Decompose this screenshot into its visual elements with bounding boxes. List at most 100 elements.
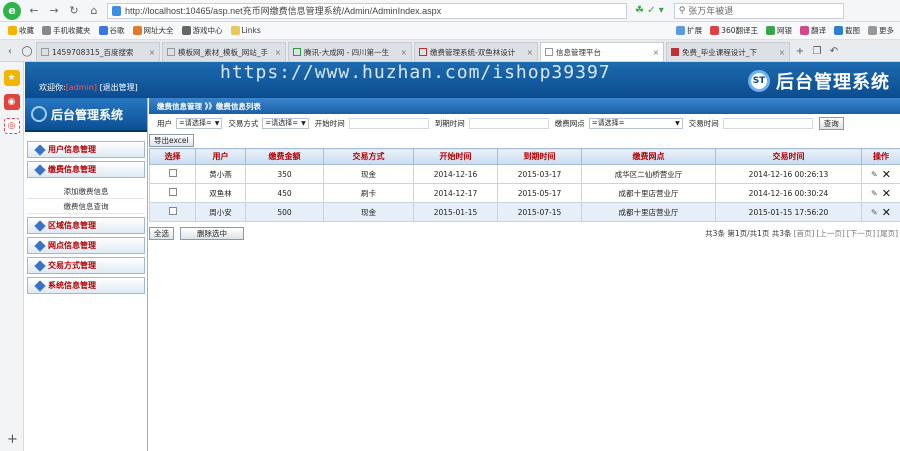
- cell-start: 2014-12-16: [413, 164, 498, 184]
- submenu-add-payment[interactable]: 添加缴费信息: [27, 184, 145, 199]
- cell-start: 2014-12-17: [413, 183, 498, 203]
- url-input[interactable]: http://localhost:10465/asp.net充币网缴费信息管理系…: [107, 2, 627, 19]
- col-amount: 缴费金额: [245, 148, 324, 165]
- favorite-item[interactable]: Links: [230, 26, 261, 35]
- user-select[interactable]: =请选择= ▼: [176, 117, 223, 129]
- edit-icon[interactable]: ✎: [871, 189, 878, 198]
- ext-item[interactable]: 翻译: [800, 25, 826, 36]
- pager-last[interactable]: [尾页]: [877, 228, 898, 239]
- logout-link[interactable]: [退出管理]: [100, 83, 138, 92]
- left-menu: 后台管理系统 用户信息管理 缴费信息管理 添加缴费信息 缴费信息查询 区域信息管…: [25, 98, 148, 451]
- pager-prev[interactable]: [上一页]: [816, 228, 844, 239]
- scissors-icon: [834, 26, 843, 35]
- method-select[interactable]: =请选择= ▼: [262, 117, 309, 129]
- pager-first[interactable]: [首页]: [794, 228, 815, 239]
- query-button[interactable]: 查询: [818, 116, 844, 130]
- col-trade-time: 交易时间: [715, 148, 862, 165]
- browser-tab[interactable]: 腾讯-大成网 - 四川第一生 ×: [288, 42, 412, 61]
- url-text: http://localhost:10465/asp.net充币网缴费信息管理系…: [125, 6, 442, 16]
- search-input[interactable]: ⚲ 张万年被退: [673, 2, 844, 19]
- col-site: 缴费网点: [581, 148, 716, 165]
- app-logo-icon: ST: [748, 70, 770, 92]
- menu-system-info[interactable]: 系统信息管理: [27, 277, 145, 294]
- favorite-item[interactable]: 手机收藏夹: [42, 25, 91, 36]
- pager: 共3条 第1页/共1页 共3条 [首页] [上一页] [下一页] [尾页]: [705, 228, 898, 239]
- row-checkbox[interactable]: [168, 207, 177, 215]
- select-all-button[interactable]: 全选: [149, 226, 174, 240]
- undo-icon[interactable]: ↶: [827, 42, 841, 61]
- url-tools-icon[interactable]: ☘ ✓ ▾: [635, 5, 664, 16]
- translate-icon: [710, 26, 720, 35]
- tab-copy-icon[interactable]: ❐: [810, 42, 824, 61]
- close-icon[interactable]: ×: [146, 48, 155, 57]
- new-tab-icon[interactable]: +: [793, 42, 807, 61]
- edit-icon[interactable]: ✎: [871, 170, 878, 179]
- table-row: 周小安 500 现金 2015-01-15 2015-07-15 成都十里店营业…: [149, 202, 900, 222]
- row-checkbox[interactable]: [168, 169, 177, 177]
- start-time-input[interactable]: [348, 117, 429, 129]
- method-label: 交易方式: [228, 118, 259, 128]
- browser-tab[interactable]: 1459708315_百度搜索 ×: [36, 42, 160, 61]
- cell-method: 现金: [323, 202, 414, 222]
- close-icon[interactable]: ×: [524, 48, 533, 57]
- ext-item[interactable]: 360翻译王: [710, 25, 758, 36]
- menu-site-info[interactable]: 网点信息管理: [27, 237, 145, 254]
- welcome-text: 欢迎你:[admin] [退出管理]: [39, 83, 138, 92]
- close-icon[interactable]: ×: [272, 48, 281, 57]
- browser-sidebar: ★ ◉ ◎ +: [0, 62, 24, 451]
- tab-bar: ‹ ◯ 1459708315_百度搜索 × 模板网_素材_模板_网站_手 × 腾讯-…: [0, 40, 900, 62]
- menu-payment-info[interactable]: 缴费信息管理: [27, 161, 145, 178]
- back-icon[interactable]: ←: [27, 4, 41, 18]
- edit-icon[interactable]: ✎: [871, 208, 878, 217]
- add-icon[interactable]: +: [7, 432, 18, 447]
- refresh-icon[interactable]: ↻: [67, 4, 81, 18]
- favorite-item[interactable]: 收藏: [8, 25, 34, 36]
- app: https://www.huzhan.com/ishop39397 欢迎你:[a…: [25, 62, 900, 451]
- delete-icon[interactable]: ✕: [882, 187, 891, 200]
- ext-item[interactable]: 网银: [766, 25, 792, 36]
- tab-back-icon[interactable]: ‹: [3, 42, 17, 61]
- favorite-item[interactable]: 游戏中心: [181, 25, 223, 36]
- favorite-item[interactable]: 谷歌: [98, 25, 125, 36]
- home-icon[interactable]: ⌂: [87, 4, 101, 18]
- table-row: 双鱼林 450 刷卡 2014-12-17 2015-05-17 成都十里店营业…: [149, 183, 900, 203]
- menu-trade-method[interactable]: 交易方式管理: [27, 257, 145, 274]
- chevron-down-icon: ▼: [301, 119, 306, 127]
- forward-icon[interactable]: →: [47, 4, 61, 18]
- tab-list-icon[interactable]: ◯: [20, 42, 34, 61]
- delete-icon[interactable]: ✕: [882, 206, 891, 219]
- pager-next[interactable]: [下一页]: [847, 228, 875, 239]
- bank-icon: [766, 26, 775, 35]
- submenu-query-payment[interactable]: 缴费信息查询: [27, 199, 145, 214]
- trade-time-input[interactable]: [722, 117, 813, 129]
- ext-item[interactable]: 截图: [834, 25, 860, 36]
- favorite-item[interactable]: 网址大全: [132, 25, 174, 36]
- browser-tab[interactable]: 缴费管理系统-双鱼林设计 ×: [414, 42, 538, 61]
- cell-amount: 500: [245, 202, 324, 222]
- target-icon[interactable]: ◎: [3, 118, 20, 134]
- ext-item[interactable]: 扩展: [676, 25, 702, 36]
- row-checkbox[interactable]: [168, 188, 177, 196]
- delete-icon[interactable]: ✕: [882, 168, 891, 181]
- menu-area-info[interactable]: 区域信息管理: [27, 217, 145, 234]
- close-icon[interactable]: ×: [776, 48, 785, 57]
- payment-table: 选择 用户 缴费金额 交易方式 开始时间 到期时间 缴费网点 交易时间 操作 黄…: [149, 148, 900, 222]
- end-time-label: 到期时间: [434, 118, 465, 128]
- close-icon[interactable]: ×: [398, 48, 407, 57]
- star-icon[interactable]: ★: [3, 70, 20, 86]
- export-excel-button[interactable]: 导出excel: [149, 133, 194, 147]
- weibo-icon[interactable]: ◉: [3, 94, 20, 110]
- browser-tab[interactable]: 模板网_素材_模板_网站_手 ×: [162, 42, 286, 61]
- site-select[interactable]: =请选择= ▼: [588, 117, 683, 129]
- ext-item[interactable]: 更多: [868, 25, 894, 36]
- diamond-icon: [34, 279, 46, 292]
- menu-user-info[interactable]: 用户信息管理: [27, 141, 145, 158]
- browser-tab-active[interactable]: 信息管理平台 ×: [540, 42, 664, 61]
- cell-end: 2015-05-17: [497, 183, 582, 203]
- diamond-icon: [34, 219, 46, 232]
- close-icon[interactable]: ×: [650, 48, 659, 57]
- browser-tab[interactable]: 免费_毕业课程设计_下 ×: [666, 42, 790, 61]
- delete-selected-button[interactable]: 删除选中: [180, 226, 244, 240]
- chevron-down-icon: ▼: [675, 119, 680, 127]
- end-time-input[interactable]: [468, 117, 549, 129]
